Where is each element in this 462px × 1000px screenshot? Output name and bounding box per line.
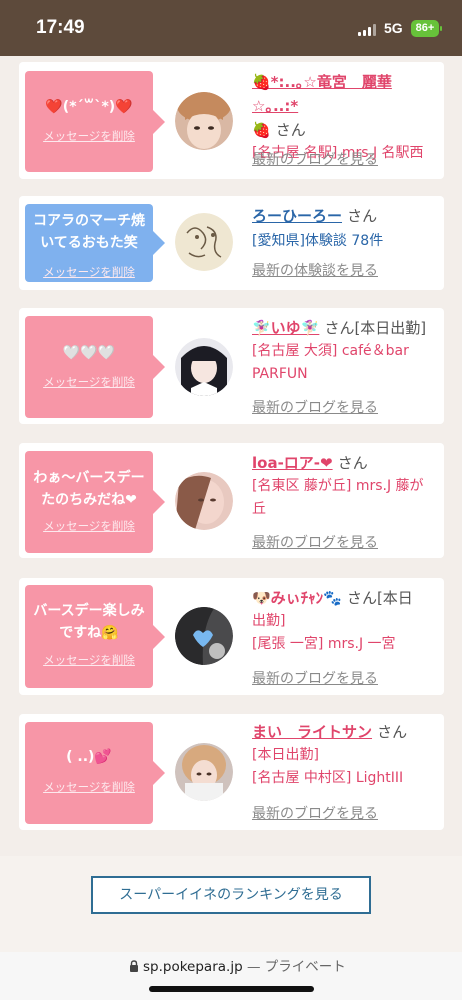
shop-info: [名東区 藤が丘] mrs.J 藤が [252,478,424,494]
avatar[interactable] [175,213,233,271]
network-type: 5G [384,20,403,36]
sender-name[interactable]: 🍓*:..｡☆竜宮 麗華☆｡..:* [252,73,392,115]
delete-message-link[interactable]: メッセージを削除 [25,779,153,795]
avatar[interactable] [175,743,233,801]
shop-info-cont: 丘 [252,501,266,517]
footer: スーパーイイネのランキングを見る sp.pokepara.jp — プライベート [0,856,462,1000]
latest-blog-link[interactable]: 最新のブログを見る [252,149,378,169]
message-bubble: コアラのマーチ焼いてるおもた笑 メッセージを削除 [25,204,165,282]
sender-name-cont: 🍓 [252,121,271,139]
latest-blog-link[interactable]: 最新のブログを見る [252,803,378,823]
sender-info: 🧚🏻‍♀️いゆ🧚🏻‍♀️ さん[本日出勤] [名古屋 大須] café＆bar … [252,316,434,386]
message-bubble: バースデー楽しみですね🤗 メッセージを削除 [25,585,165,688]
status-time: 17:49 [36,17,85,38]
sender-name[interactable]: ろーひーろー [252,207,342,225]
sender-info: 🐶みぃﾁｬﾝ🐾 さん[本日 出勤] [尾張 一宮] mrs.J 一宮 [252,586,434,656]
message-text: わぁ～バースデーたのちみだね❤ [33,470,145,508]
honorific: さん [377,723,408,741]
sender-name[interactable]: 🧚🏻‍♀️いゆ🧚🏻‍♀️ [252,319,319,337]
list-item: 🤍🤍🤍 メッセージを削除 🧚🏻‍♀️いゆ🧚🏻‍♀️ さん[本日出勤] [名古屋 … [19,308,444,424]
lock-icon [130,960,138,972]
latest-blog-link[interactable]: 最新のブログを見る [252,532,378,552]
shop-info: [尾張 一宮] mrs.J 一宮 [252,636,396,652]
cellular-signal-icon [358,24,378,36]
review-count: [愛知県]体験談 78件 [252,233,384,249]
work-status: 出勤] [252,613,286,629]
work-status: [本日出勤] [252,747,319,763]
url-text[interactable]: sp.pokepara.jp — プライベート [143,955,346,975]
sender-info: まい ライトサン さん [本日出勤] [名古屋 中村区] LightIII [252,720,434,790]
message-text: バースデー楽しみですね🤗 [33,603,145,641]
avatar[interactable] [175,607,233,665]
honorific: さん[本日 [346,589,413,607]
message-bubble: ( ..)💕 メッセージを削除 [25,722,165,824]
ranking-button[interactable]: スーパーイイネのランキングを見る [91,876,371,914]
message-bubble: 🤍🤍🤍 メッセージを削除 [25,316,165,418]
delete-message-link[interactable]: メッセージを削除 [25,128,153,144]
list-item: ( ..)💕 メッセージを削除 まい ライトサン さん [本日出勤] [名古屋 … [19,714,444,830]
latest-blog-link[interactable]: 最新のブログを見る [252,668,378,688]
message-text: コアラのマーチ焼いてるおもた笑 [33,213,145,251]
honorific: さん [275,121,306,139]
message-list: ❤️(*´꒳`*)❤️ メッセージを削除 🍓*:..｡☆竜宮 麗華☆｡..:* … [0,56,462,856]
sender-name[interactable]: loa-ロア-❤ [252,454,333,472]
avatar[interactable] [175,472,233,530]
message-text: 🤍🤍🤍 [62,345,116,361]
delete-message-link[interactable]: メッセージを削除 [25,264,153,280]
url-domain: sp.pokepara.jp [143,959,243,975]
list-item: バースデー楽しみですね🤗 メッセージを削除 🐶みぃﾁｬﾝ🐾 さん[本日 出勤] … [19,578,444,695]
delete-message-link[interactable]: メッセージを削除 [25,518,153,534]
list-item: ❤️(*´꒳`*)❤️ メッセージを削除 🍓*:..｡☆竜宮 麗華☆｡..:* … [19,62,444,179]
sender-info: loa-ロア-❤ さん [名東区 藤が丘] mrs.J 藤が 丘 [252,451,434,521]
sender-info: ろーひーろー さん [愛知県]体験談 78件 [252,204,434,253]
delete-message-link[interactable]: メッセージを削除 [25,374,153,390]
message-text: ( ..)💕 [66,749,112,765]
latest-blog-link[interactable]: 最新のブログを見る [252,397,378,417]
delete-message-link[interactable]: メッセージを削除 [25,652,153,668]
shop-info: [名古屋 大須] café＆bar [252,343,409,359]
honorific: さん [347,207,378,225]
honorific: さん[本日出勤] [324,319,427,337]
avatar[interactable] [175,338,233,396]
list-item: コアラのマーチ焼いてるおもた笑 メッセージを削除 ろーひーろー さん [愛知県]… [19,196,444,290]
message-bubble: わぁ～バースデーたのちみだね❤ メッセージを削除 [25,451,165,553]
shop-info: [名古屋 中村区] LightIII [252,770,404,786]
message-text: ❤️(*´꒳`*)❤️ [45,99,133,115]
shop-info-cont: PARFUN [252,366,308,382]
avatar[interactable] [175,92,233,150]
honorific: さん [337,454,368,472]
battery-icon: 86+ [411,20,442,37]
sender-name[interactable]: まい ライトサン [252,723,372,741]
url-suffix: — プライベート [246,959,346,975]
status-bar: 17:49 5G 86+ [0,0,462,56]
sender-name[interactable]: 🐶みぃﾁｬﾝ🐾 [252,589,342,607]
home-indicator[interactable] [149,986,314,992]
list-item: わぁ～バースデーたのちみだね❤ メッセージを削除 loa-ロア-❤ さん [名東… [19,443,444,558]
message-bubble: ❤️(*´꒳`*)❤️ メッセージを削除 [25,71,165,172]
latest-review-link[interactable]: 最新の体験談を見る [252,260,378,280]
